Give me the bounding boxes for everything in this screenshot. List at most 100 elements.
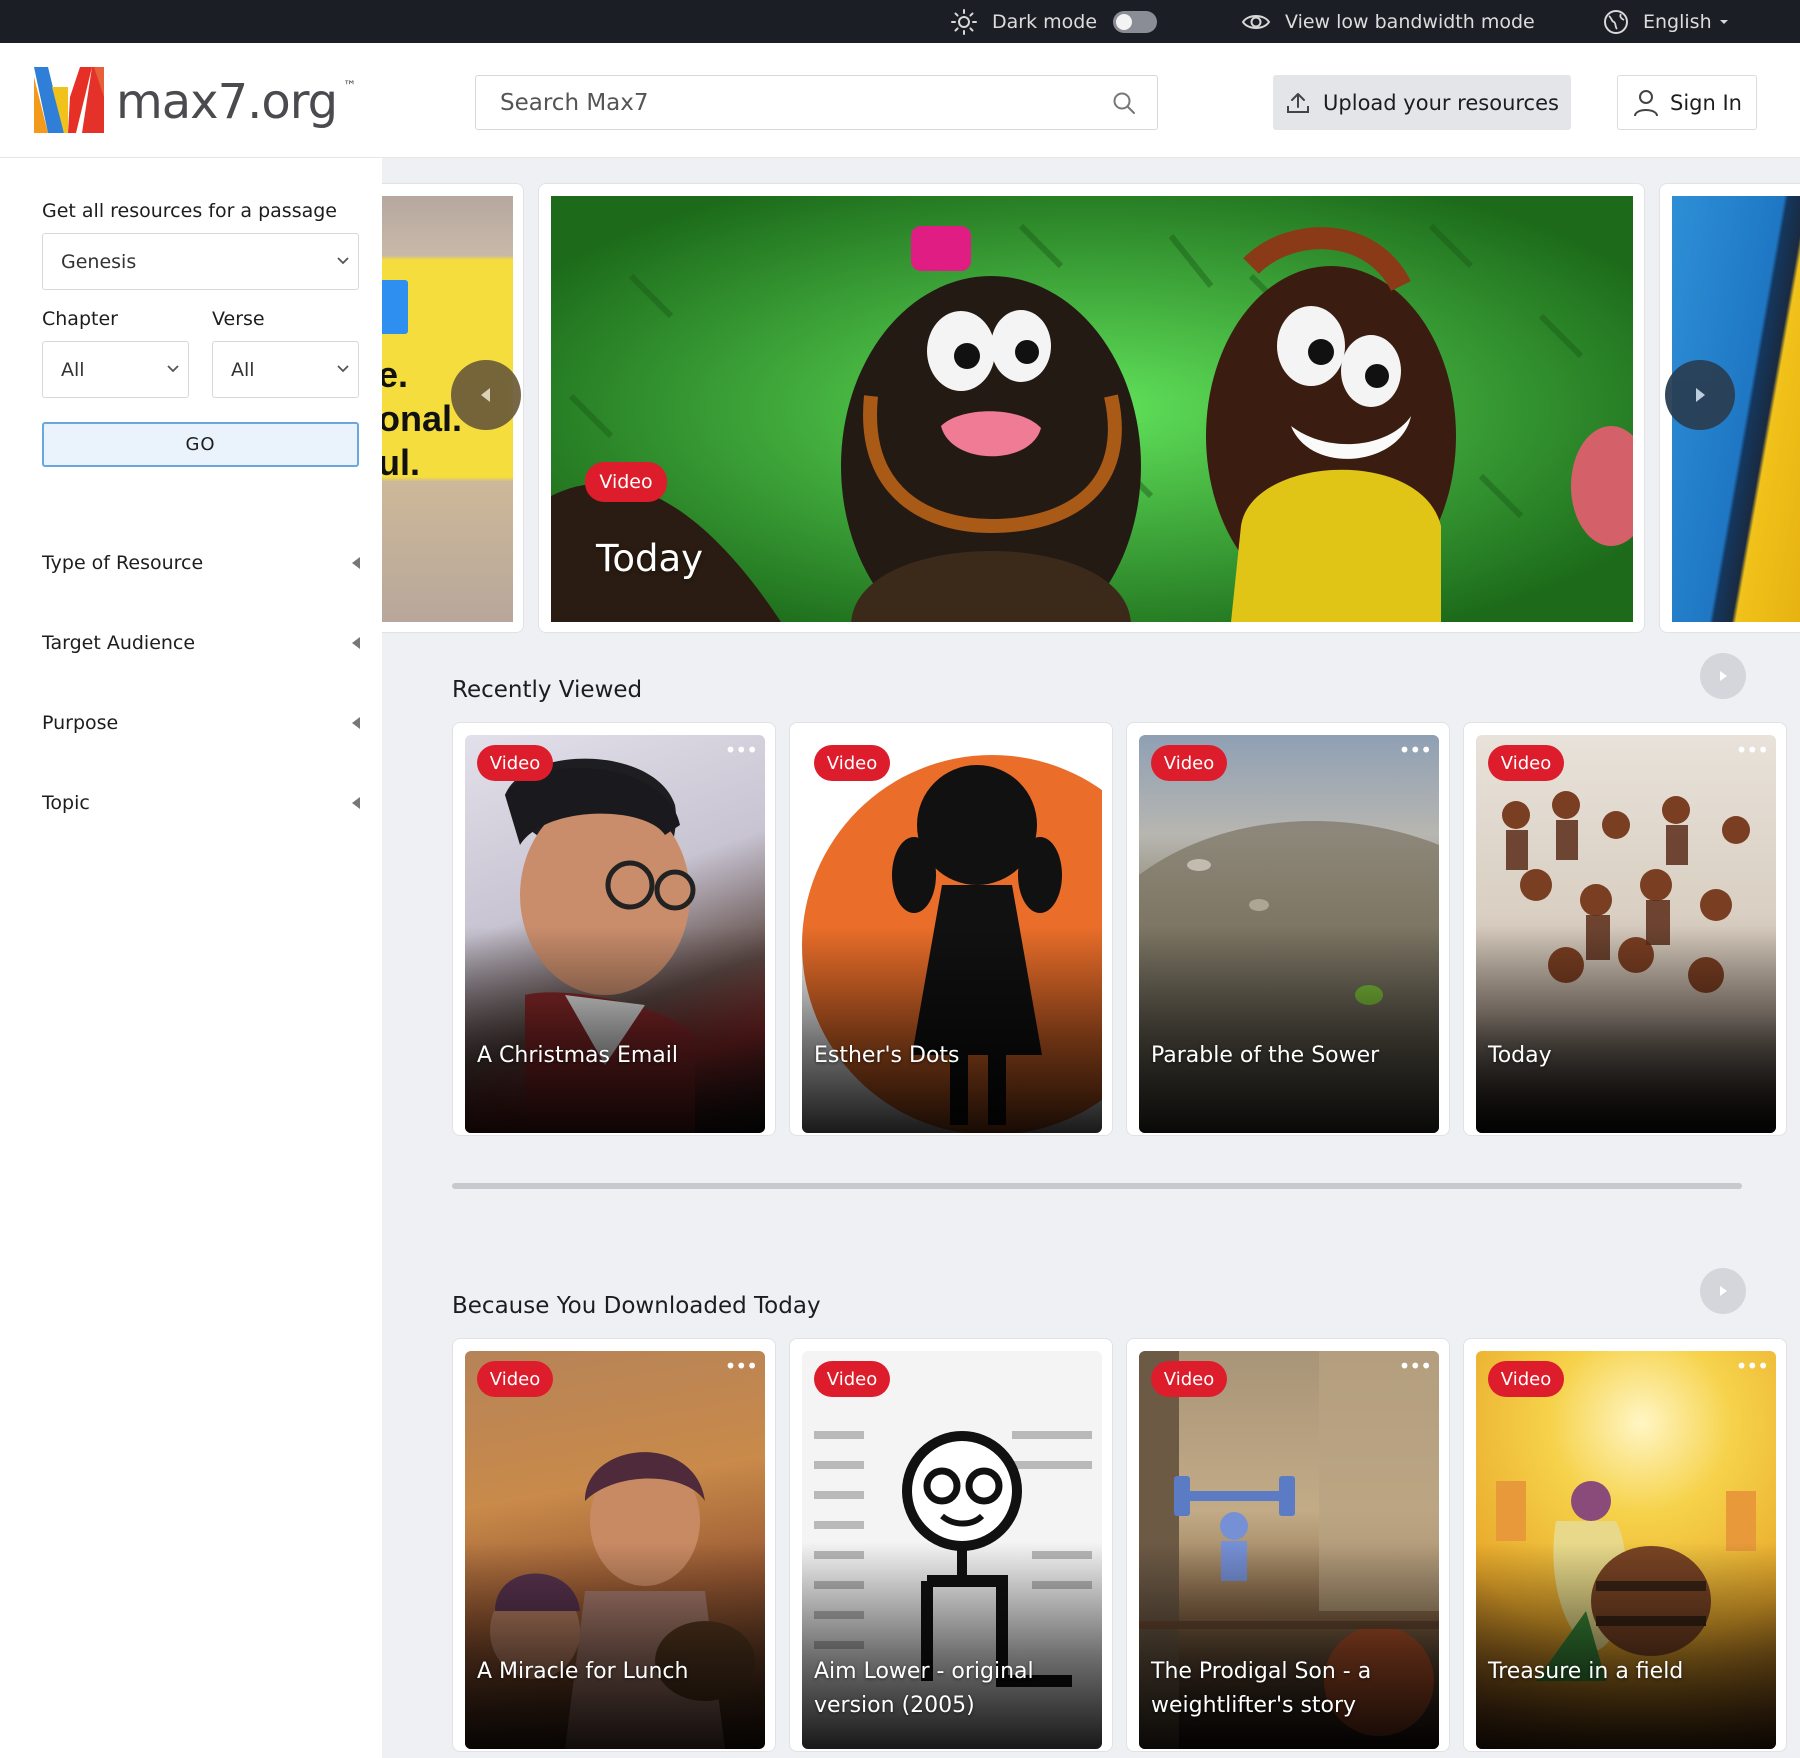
video-badge: Video: [1488, 745, 1564, 781]
chapter-label: Chapter: [42, 308, 118, 330]
upload-resources-button[interactable]: Upload your resources: [1273, 75, 1571, 130]
sign-in-label: Sign In: [1670, 90, 1742, 115]
search-icon[interactable]: [1111, 90, 1137, 116]
video-badge: Video: [1151, 745, 1227, 781]
dark-mode-label: Dark mode: [992, 10, 1098, 33]
language-selector[interactable]: English: [1603, 0, 1730, 43]
more-options-icon[interactable]: •••: [1399, 1356, 1432, 1376]
hero-slide-current[interactable]: Video: [538, 183, 1645, 633]
section-title-because-you-downloaded: Because You Downloaded Today: [452, 1293, 821, 1319]
hero-previous-text: e.: [382, 354, 409, 395]
filter-label: Purpose: [42, 712, 119, 734]
sun-icon: [951, 8, 977, 35]
hero-previous-accent: [382, 280, 408, 334]
resource-card[interactable]: Video ••• Today: [1463, 722, 1787, 1136]
more-options-icon[interactable]: •••: [725, 1356, 758, 1376]
card-thumbnail: Video Aim Lower - original version (2005…: [802, 1351, 1102, 1749]
upload-label: Upload your resources: [1323, 90, 1559, 115]
resource-card[interactable]: Video ••• A Miracle for Lunch: [452, 1338, 776, 1752]
chevron-down-icon: [337, 257, 349, 265]
card-shade: [465, 926, 765, 1133]
card-title: A Miracle for Lunch: [477, 1659, 689, 1684]
card-thumbnail: Video ••• A Miracle for Lunch: [465, 1351, 765, 1749]
filter-topic[interactable]: Topic: [42, 783, 360, 823]
filter-label: Topic: [42, 792, 90, 814]
globe-icon: [1604, 9, 1628, 34]
video-badge: Video: [814, 1361, 890, 1397]
filter-purpose[interactable]: Purpose: [42, 703, 360, 743]
horizontal-scrollbar[interactable]: [452, 1183, 1742, 1189]
recently-viewed-next-button[interactable]: [1700, 653, 1746, 699]
verse-value: All: [231, 358, 255, 381]
card-shade: [465, 1542, 765, 1749]
logo-text: max7.org: [116, 74, 338, 130]
hero-previous-text: ul.: [382, 442, 420, 483]
chevron-down-icon: [167, 365, 179, 373]
card-title: A Christmas Email: [477, 1043, 678, 1068]
card-title: Today: [1488, 1043, 1552, 1068]
hero-title[interactable]: Today: [596, 537, 703, 580]
search-input[interactable]: [500, 89, 1080, 116]
top-bar: Dark mode View low bandwidth mode Englis…: [0, 0, 1800, 43]
low-bandwidth-label: View low bandwidth mode: [1285, 10, 1535, 33]
play-arrow-icon: [1720, 1286, 1727, 1296]
more-options-icon[interactable]: •••: [1399, 740, 1432, 760]
filter-label: Target Audience: [42, 632, 196, 654]
card-shade: [1139, 926, 1439, 1133]
more-options-icon[interactable]: •••: [1736, 1356, 1769, 1376]
low-bandwidth-link[interactable]: View low bandwidth mode: [1241, 0, 1535, 43]
verse-select[interactable]: All: [212, 341, 359, 398]
claymation-illustration: [551, 196, 1633, 622]
book-value: Genesis: [61, 250, 137, 273]
video-badge: Video: [814, 745, 890, 781]
more-options-icon[interactable]: •••: [1736, 740, 1769, 760]
play-arrow-icon: [1720, 671, 1727, 681]
resource-card[interactable]: Video ••• The Prodigal Son - a weightlif…: [1126, 1338, 1450, 1752]
because-downloaded-next-button[interactable]: [1700, 1268, 1746, 1314]
hero-previous-text: onal.: [382, 398, 463, 439]
user-icon: [1634, 89, 1658, 116]
verse-label: Verse: [212, 308, 265, 330]
card-title: Parable of the Sower: [1151, 1043, 1380, 1068]
eye-icon: [1241, 14, 1271, 29]
sign-in-button[interactable]: Sign In: [1617, 75, 1757, 130]
go-button[interactable]: GO: [42, 422, 359, 467]
card-thumbnail: Video ••• Parable of the Sower: [1139, 735, 1439, 1133]
card-thumbnail: Video Esther's Dots: [802, 735, 1102, 1133]
caret-left-icon: [352, 637, 360, 649]
video-badge: Video: [1151, 1361, 1227, 1397]
hero-next-button[interactable]: [1665, 360, 1735, 430]
max7-logo-mark: [34, 67, 104, 133]
card-thumbnail: Video ••• Treasure in a field: [1476, 1351, 1776, 1749]
card-thumbnail: Video ••• The Prodigal Son - a weightlif…: [1139, 1351, 1439, 1749]
more-options-icon[interactable]: •••: [725, 740, 758, 760]
hero-prev-button[interactable]: [451, 360, 521, 430]
book-select[interactable]: Genesis: [42, 233, 359, 290]
site-logo[interactable]: max7.org ™: [34, 67, 356, 137]
video-badge: Video: [477, 745, 553, 781]
resource-card[interactable]: Video ••• Treasure in a field: [1463, 1338, 1787, 1752]
chevron-down-icon: [337, 365, 349, 373]
hero-image: [551, 196, 1633, 622]
upload-icon: [1287, 92, 1310, 113]
resource-card[interactable]: Video ••• A Christmas Email: [452, 722, 776, 1136]
card-thumbnail: Video ••• Today: [1476, 735, 1776, 1133]
resource-card[interactable]: Video ••• Parable of the Sower: [1126, 722, 1450, 1136]
card-shade: [1476, 926, 1776, 1133]
card-title: Esther's Dots: [814, 1043, 960, 1068]
card-shade: [802, 926, 1102, 1133]
dark-mode-toggle[interactable]: [1113, 10, 1158, 33]
search-box[interactable]: [475, 75, 1158, 130]
filter-target-audience[interactable]: Target Audience: [42, 623, 360, 663]
resource-card[interactable]: Video Esther's Dots: [789, 722, 1113, 1136]
caret-down-icon: [1719, 19, 1728, 24]
dark-mode-control[interactable]: Dark mode: [950, 0, 1158, 43]
chapter-value: All: [61, 358, 85, 381]
caret-left-icon: [352, 717, 360, 729]
card-title: Aim Lower - original version (2005): [814, 1659, 1034, 1718]
section-title-recently-viewed: Recently Viewed: [452, 677, 643, 703]
chapter-select[interactable]: All: [42, 341, 189, 398]
resource-card[interactable]: Video Aim Lower - original version (2005…: [789, 1338, 1113, 1752]
language-label: English: [1643, 10, 1712, 33]
filter-type-of-resource[interactable]: Type of Resource: [42, 543, 360, 583]
